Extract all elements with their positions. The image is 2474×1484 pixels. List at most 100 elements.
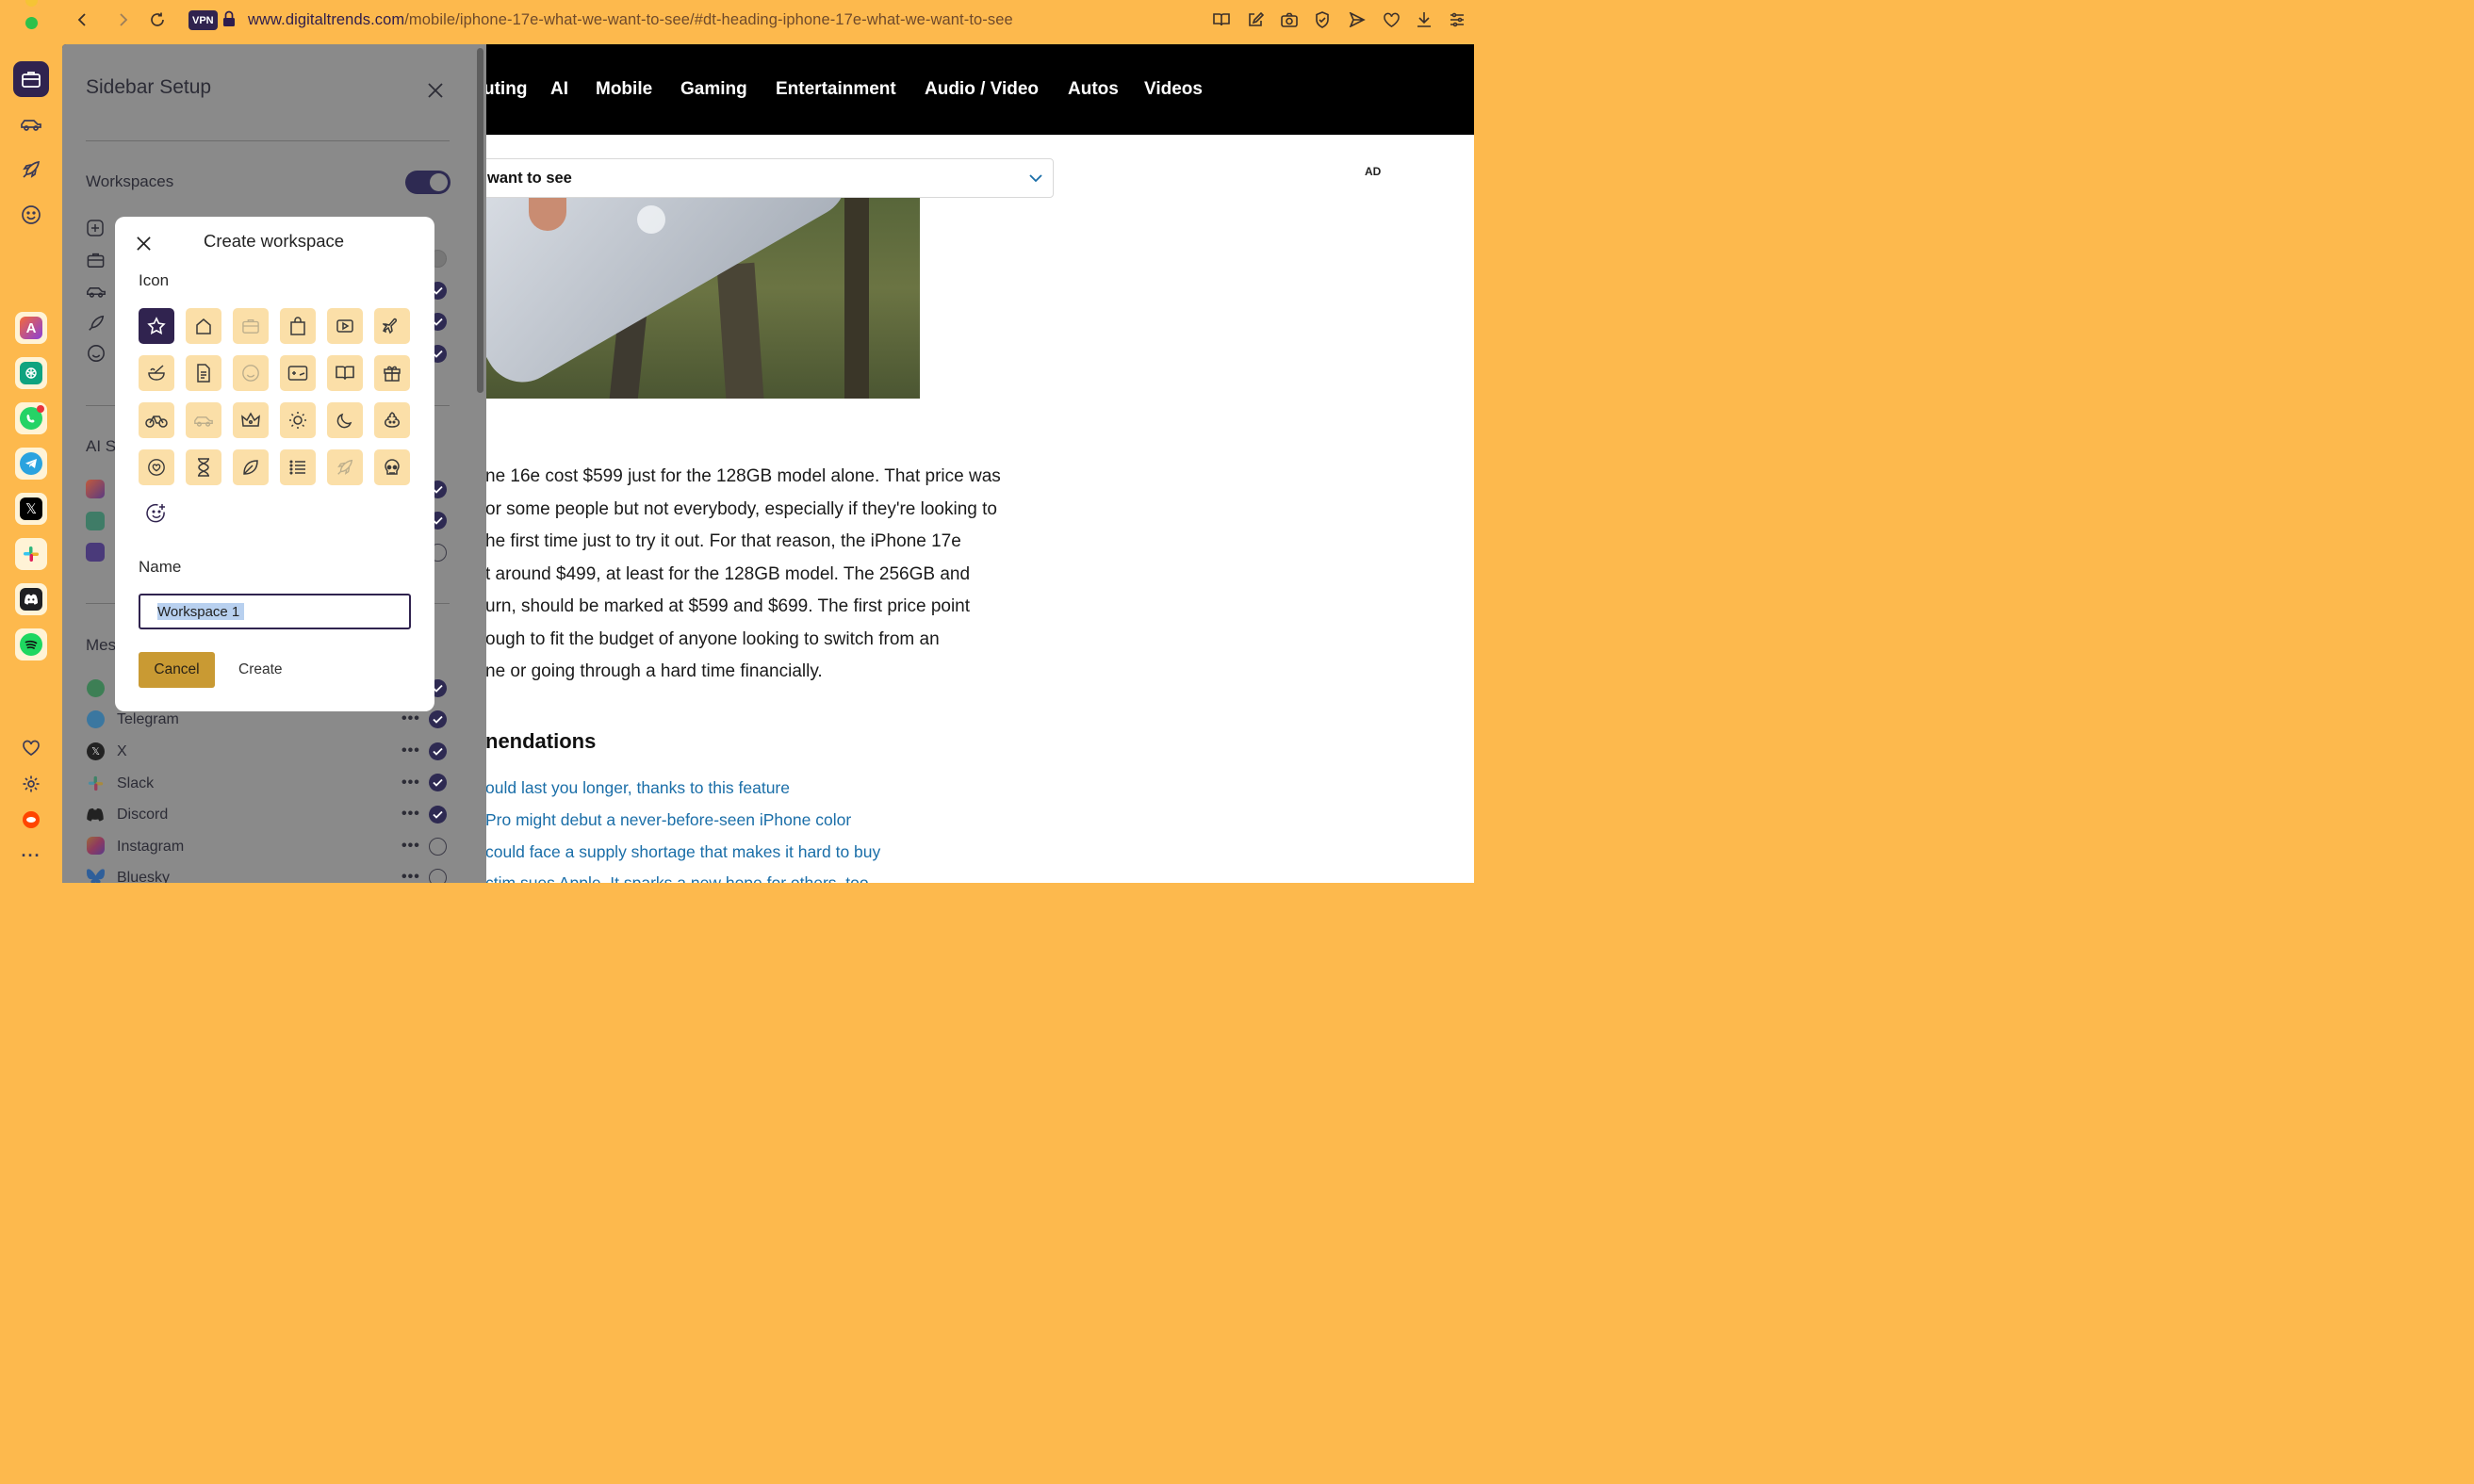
- workspaces-label: Workspaces: [86, 172, 174, 190]
- reader-mode-icon[interactable]: [1213, 12, 1230, 27]
- nav-item-autos[interactable]: Autos: [1068, 79, 1119, 100]
- recommendation-link[interactable]: ould last you longer, thanks to this fea…: [485, 778, 790, 798]
- gift-icon[interactable]: [374, 355, 410, 391]
- vpn-badge[interactable]: VPN: [188, 10, 218, 30]
- home-icon[interactable]: [186, 308, 221, 344]
- workspaces-toggle[interactable]: [405, 171, 451, 194]
- address-bar[interactable]: www.digitaltrends.com/mobile/iphone-17e-…: [248, 11, 1013, 29]
- download-icon[interactable]: [1417, 11, 1432, 28]
- workspace-rocket-icon[interactable]: [13, 152, 49, 188]
- recommendation-link[interactable]: could face a supply shortage that makes …: [485, 842, 880, 862]
- chatgpt-app-icon[interactable]: [15, 357, 47, 389]
- more-options-icon[interactable]: ···: [13, 838, 49, 873]
- workspace-car-icon[interactable]: [13, 106, 49, 142]
- cancel-button[interactable]: Cancel: [139, 652, 215, 688]
- nav-item-audio-video[interactable]: Audio / Video: [925, 79, 1039, 100]
- messenger-label: Slack: [117, 775, 155, 791]
- chevron-down-icon: [1028, 171, 1043, 186]
- video-icon[interactable]: [327, 308, 363, 344]
- lock-icon[interactable]: [222, 10, 236, 27]
- camera-icon[interactable]: [1281, 12, 1298, 27]
- nav-item-computing[interactable]: uting: [483, 79, 527, 100]
- messenger-checkbox[interactable]: [429, 742, 447, 760]
- forward-arrow-icon[interactable]: [115, 11, 130, 28]
- shopping-bag-icon[interactable]: [280, 308, 316, 344]
- more-dots-icon[interactable]: •••: [401, 710, 420, 727]
- nav-item-gaming[interactable]: Gaming: [680, 79, 747, 100]
- spotify-app-icon[interactable]: [15, 628, 47, 660]
- airplane-icon[interactable]: [374, 308, 410, 344]
- shield-icon[interactable]: [1315, 11, 1330, 28]
- more-dots-icon[interactable]: •••: [401, 806, 420, 823]
- heart-face-icon[interactable]: [139, 449, 174, 485]
- telegram-app-icon[interactable]: [15, 448, 47, 480]
- messenger-checkbox[interactable]: [429, 838, 447, 856]
- sidebar-setup-panel: Sidebar Setup Workspaces AI S Mes Telegr…: [62, 44, 486, 883]
- more-dots-icon[interactable]: •••: [401, 838, 420, 855]
- dialog-title: Create workspace: [204, 231, 345, 251]
- ad-label: AD: [1365, 165, 1382, 178]
- window-maximize-dot[interactable]: [25, 17, 38, 29]
- bicycle-icon[interactable]: [139, 402, 174, 438]
- recommendations-heading: nendations: [485, 729, 597, 753]
- nav-item-mobile[interactable]: Mobile: [596, 79, 652, 100]
- more-dots-icon[interactable]: •••: [401, 775, 420, 791]
- add-workspace-icon[interactable]: [87, 220, 104, 236]
- more-dots-icon[interactable]: •••: [401, 869, 420, 883]
- messenger-checkbox[interactable]: [429, 806, 447, 824]
- add-emoji-icon[interactable]: [146, 503, 167, 524]
- messenger-checkbox[interactable]: [429, 869, 447, 883]
- heart-icon[interactable]: [13, 730, 49, 766]
- edit-share-icon[interactable]: [1247, 11, 1264, 28]
- favorites-heart-icon[interactable]: [1383, 12, 1401, 28]
- panel-scrollbar[interactable]: [477, 48, 483, 393]
- nav-item-entertainment[interactable]: Entertainment: [776, 79, 896, 100]
- nav-item-videos[interactable]: Videos: [1144, 79, 1203, 100]
- window-minimize-dot[interactable]: [25, 0, 38, 7]
- skull-icon[interactable]: [374, 449, 410, 485]
- workspace-briefcase-icon[interactable]: [13, 61, 49, 97]
- name-section-label: Name: [139, 558, 182, 576]
- document-icon[interactable]: [186, 355, 221, 391]
- whatsapp-app-icon[interactable]: [15, 402, 47, 434]
- messenger-checkbox[interactable]: [429, 710, 447, 728]
- bowl-icon[interactable]: [139, 355, 174, 391]
- article-body: ne 16e cost $599 just for the 128GB mode…: [485, 461, 1089, 689]
- leaf-icon[interactable]: [233, 449, 269, 485]
- close-icon[interactable]: [427, 82, 444, 99]
- telegram-icon: [87, 710, 105, 728]
- book-icon[interactable]: [327, 355, 363, 391]
- poop-icon[interactable]: [374, 402, 410, 438]
- workspace-name-input[interactable]: [139, 594, 411, 629]
- close-icon[interactable]: [136, 236, 152, 252]
- briefcase-icon: [86, 252, 106, 269]
- reload-icon[interactable]: [149, 11, 166, 28]
- workspace-smiley-icon[interactable]: [13, 197, 49, 233]
- messenger-label: Bluesky: [117, 870, 171, 883]
- star-icon[interactable]: [139, 308, 174, 344]
- discord-app-icon[interactable]: [15, 583, 47, 615]
- easy-setup-icon[interactable]: [1450, 12, 1465, 27]
- back-arrow-icon[interactable]: [75, 11, 90, 28]
- hourglass-icon[interactable]: [186, 449, 221, 485]
- messenger-checkbox[interactable]: [429, 774, 447, 791]
- list-icon[interactable]: [280, 449, 316, 485]
- create-button[interactable]: Create: [238, 661, 283, 678]
- send-icon[interactable]: [1349, 12, 1366, 27]
- car-icon: [186, 402, 221, 438]
- sun-icon[interactable]: [280, 402, 316, 438]
- nav-item-ai[interactable]: AI: [550, 79, 568, 100]
- more-dots-icon[interactable]: •••: [401, 742, 420, 759]
- table-of-contents-dropdown[interactable]: want to see: [420, 158, 1054, 198]
- crown-icon[interactable]: [233, 402, 269, 438]
- reddit-icon[interactable]: [13, 802, 49, 838]
- moon-icon[interactable]: [327, 402, 363, 438]
- slack-app-icon[interactable]: [15, 538, 47, 570]
- gamepad-icon[interactable]: [280, 355, 316, 391]
- recommendation-link[interactable]: Pro might debut a never-before-seen iPho…: [485, 810, 851, 830]
- aria-app-icon[interactable]: A: [15, 312, 47, 344]
- aria-icon: [86, 480, 105, 498]
- settings-gear-icon[interactable]: [13, 766, 49, 802]
- recommendation-link[interactable]: ctim sues Apple. It sparks a new hope fo…: [485, 873, 869, 883]
- x-app-icon[interactable]: 𝕏: [15, 493, 47, 525]
